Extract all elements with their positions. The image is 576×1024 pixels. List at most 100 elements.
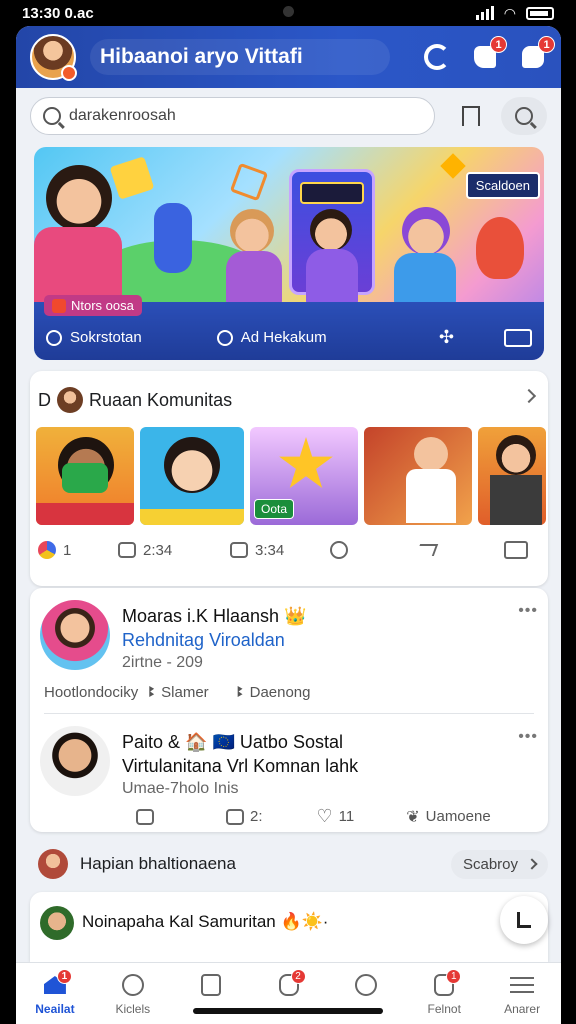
gamepad-icon[interactable]: ✣ (439, 327, 454, 348)
hero-badge-label: Ntors oosa (71, 298, 134, 313)
nav-activity[interactable]: 2 (250, 963, 328, 1024)
post-meta: 2irtne - 209 (122, 654, 203, 671)
post-subtitle: Virtulanitana Vrl Komnan lahk (122, 756, 359, 776)
like-button[interactable]: ♡ 11 (317, 806, 355, 827)
nav-tasks[interactable] (172, 963, 250, 1024)
chevron-right-icon[interactable] (521, 388, 537, 404)
post-item[interactable]: Moaras i.K Hlaansh 👑 Rehdnitag Viroaldan… (30, 588, 548, 712)
more-icon[interactable]: ••• (518, 728, 538, 746)
post-action-label: Daenong (249, 684, 311, 701)
heart-icon (330, 541, 348, 559)
thumbnail[interactable] (478, 427, 546, 525)
loading-ring-icon[interactable] (423, 43, 451, 71)
search-input[interactable]: darakenroosah (30, 97, 435, 135)
wifi-icon: ◠ (503, 4, 516, 21)
nav-badge: 1 (446, 969, 462, 984)
avatar[interactable] (40, 600, 110, 670)
post-emoji: 🔥☀️· (280, 912, 329, 931)
thumbnail[interactable] (140, 427, 244, 525)
camera-notch (283, 6, 294, 17)
fullscreen-icon[interactable] (504, 328, 532, 347)
share-button[interactable] (415, 544, 504, 556)
nav-home[interactable]: 1 Neailat (16, 963, 94, 1024)
avatar[interactable] (30, 34, 77, 81)
media-icon (504, 541, 528, 559)
kid-girl (46, 165, 112, 231)
post-title: Moaras i.K Hlaansh 👑 (122, 606, 307, 627)
more-icon[interactable]: ••• (518, 602, 538, 620)
comment-count: 3:34 (255, 541, 285, 559)
community-header[interactable]: D Ruaan Komunitas (38, 387, 232, 413)
battery-icon (526, 6, 554, 20)
comment-icon (230, 542, 248, 558)
comment-count: 2: (250, 808, 263, 825)
hero-banner[interactable]: Scaldoen Ntors oosa Sokrstotan Ad Hekaku… (34, 147, 544, 360)
hero-action-left[interactable]: Sokrstotan (46, 329, 142, 346)
kid-cap-body (394, 253, 456, 305)
guitar-decoration (476, 217, 524, 279)
post-item[interactable]: Paito & 🏠 🇪🇺 Uatbo Sostal Virtulanitana … (30, 716, 548, 832)
status-bar: 13:30 0.ac ◠ (0, 0, 576, 26)
reaction-count: 1 (63, 541, 72, 559)
community-stats: 1 2:34 3:34 (38, 541, 538, 559)
post-action[interactable]: ꔪ Daenong (237, 684, 311, 701)
kid-hat-body (226, 251, 282, 305)
community-title: Ruaan Komunitas (89, 389, 233, 410)
section-filter-label: Scabroy (462, 855, 518, 873)
share-icon (415, 544, 439, 556)
post-meta: Umae-7holo Inis (122, 780, 239, 797)
community-prefix: D (38, 389, 51, 410)
post-subtitle[interactable]: Rehdnitag Viroaldan (122, 630, 285, 651)
sparkle-decoration (440, 153, 466, 179)
react-button[interactable]: ❦ Uamoene (406, 807, 490, 827)
post-action[interactable]: ꔪ Slamer (148, 684, 208, 701)
compose-button[interactable] (500, 896, 548, 944)
media-button[interactable] (504, 541, 528, 559)
bottom-nav: 1 Neailat Kiclels 2 1 Felnot Anarer (16, 962, 561, 1024)
nav-explore[interactable]: Kiclels (94, 963, 172, 1024)
like-button[interactable]: 2:34 (118, 542, 230, 559)
bookmark-icon (462, 106, 480, 126)
avatar[interactable] (40, 906, 74, 940)
post-title: Noinapaha Kal Samuritan 🔥☀️· (82, 912, 328, 932)
hero-action-middle[interactable]: Ad Hekakum (216, 329, 327, 346)
edit-icon (517, 912, 531, 928)
comment-button[interactable] (136, 808, 154, 825)
reaction-icon: ❦ (406, 808, 420, 826)
thumbnail[interactable] (364, 427, 472, 525)
nav-groups[interactable] (327, 963, 405, 1024)
comment-button[interactable]: 2: (226, 808, 263, 825)
comment-icon (226, 808, 244, 825)
hero-footer: Sokrstotan Ad Hekakum ✣ (46, 327, 532, 348)
app-title: Hibaanoi aryo Vittafi (90, 39, 390, 75)
group-icon (355, 974, 378, 996)
nav-label: Felnot (427, 1002, 461, 1016)
kid-glasses-body (306, 249, 358, 305)
comment-button[interactable]: 3:34 (230, 542, 330, 559)
react-button[interactable] (330, 541, 418, 559)
nav-notifications[interactable]: 1 Felnot (405, 963, 483, 1024)
post-action[interactable]: Hootlondociky (44, 684, 138, 701)
search-button[interactable] (501, 97, 547, 135)
post-emoji: & 🏠 🇪🇺 (168, 732, 235, 752)
thumbnail[interactable] (36, 427, 134, 525)
reactions-stat[interactable]: 1 (38, 541, 118, 559)
like-icon (118, 542, 136, 558)
nav-menu[interactable]: Anarer (483, 963, 561, 1024)
profile-icon[interactable]: 1 (519, 36, 555, 71)
kid-hat (230, 209, 274, 253)
home-indicator[interactable] (193, 1008, 383, 1014)
heart-icon: ♡ (316, 806, 333, 826)
bookmark-button[interactable] (453, 98, 489, 134)
clipboard-icon (200, 974, 221, 996)
post-item[interactable]: Noinapaha Kal Samuritan 🔥☀️· (30, 892, 548, 962)
kid-glasses (310, 209, 352, 251)
chat-icon[interactable]: 1 (471, 36, 507, 71)
section-header: Hapian bhaltionaena Scabroy (38, 846, 548, 882)
avatar[interactable] (40, 726, 110, 796)
section-filter-button[interactable]: Scabroy (450, 849, 548, 879)
status-time: 13:30 0.ac (22, 4, 94, 22)
like-count: 2:34 (143, 541, 173, 559)
hero-action-left-label: Sokrstotan (70, 329, 142, 346)
thumbnail[interactable]: Oota (250, 427, 358, 525)
